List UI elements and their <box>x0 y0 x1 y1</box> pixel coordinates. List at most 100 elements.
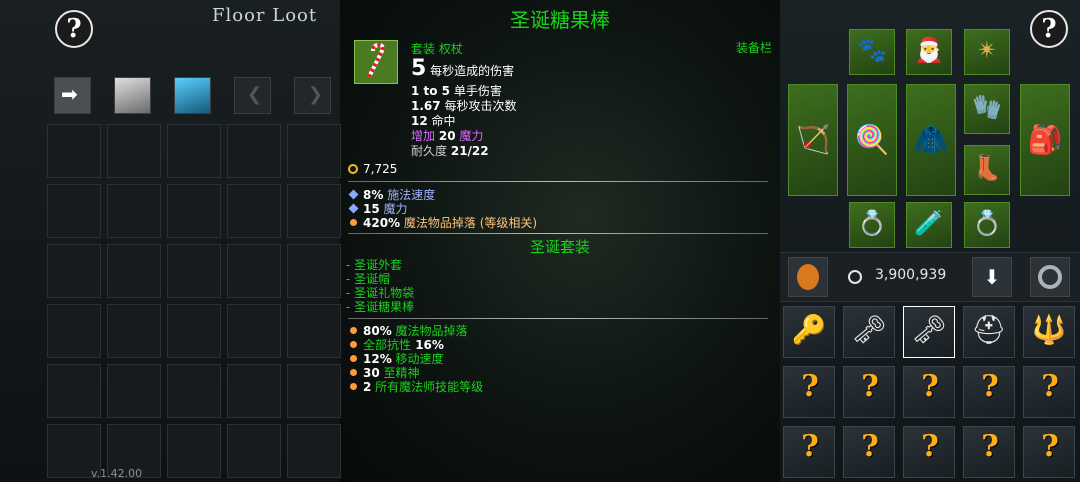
floor-loot-slot[interactable] <box>107 364 161 418</box>
candy-cane-icon <box>354 40 398 84</box>
loot-all-button[interactable]: ➡ <box>54 77 91 114</box>
ring-icon: 💍 <box>972 209 1002 237</box>
offhand-slot[interactable]: 🏹 <box>788 84 838 196</box>
ring-left-slot[interactable]: 💍 <box>849 202 895 248</box>
question-mark-icon: ? <box>861 429 879 464</box>
divider <box>348 318 768 319</box>
amulet-slot[interactable]: ✴ <box>964 29 1010 75</box>
weapon-slot[interactable]: 🍭 <box>847 84 897 196</box>
refresh-icon <box>1038 265 1062 289</box>
helmet-slot[interactable]: 🎅 <box>906 29 952 75</box>
bow-icon: 🏹 <box>795 123 831 156</box>
silver-key-icon: 🗝 <box>911 313 947 346</box>
floor-loot-slot[interactable] <box>227 304 281 358</box>
floor-loot-slot[interactable] <box>287 124 341 178</box>
staff-icon: 🔱 <box>1031 313 1067 346</box>
inventory-slot[interactable]: 🔱 <box>1023 306 1075 358</box>
floor-loot-slot[interactable] <box>47 364 101 418</box>
unidentified-item-slot[interactable]: ? <box>903 426 955 478</box>
inventory-slot[interactable]: 🔑 <box>783 306 835 358</box>
gloves-slot[interactable]: 🧤 <box>964 84 1010 134</box>
unidentified-item-slot[interactable]: ? <box>1023 426 1075 478</box>
floor-loot-slot[interactable] <box>47 244 101 298</box>
floor-loot-slot[interactable] <box>287 244 341 298</box>
character-icon <box>797 264 819 290</box>
floor-loot-slot[interactable] <box>167 424 221 478</box>
boots-icon: 👢 <box>972 154 1002 182</box>
unidentified-item-slot[interactable]: ? <box>963 366 1015 418</box>
unidentified-item-slot[interactable]: ? <box>783 366 835 418</box>
boots-slot[interactable]: 👢 <box>964 145 1010 195</box>
floor-loot-slot[interactable] <box>167 184 221 238</box>
floor-loot-slot[interactable] <box>167 304 221 358</box>
price-line: 7,725 <box>348 162 397 176</box>
floor-loot-slot[interactable] <box>287 424 341 478</box>
amulet-icon: ✴ <box>976 36 998 64</box>
pet-icon: 🐾 <box>857 36 887 64</box>
ring-right-slot[interactable]: 💍 <box>964 202 1010 248</box>
floor-loot-slot[interactable] <box>167 244 221 298</box>
help-button-left[interactable]: ? <box>55 10 93 48</box>
dot-bullet-icon <box>350 219 357 226</box>
unidentified-item-slot[interactable]: ? <box>903 366 955 418</box>
floor-loot-slot[interactable] <box>47 124 101 178</box>
chevron-right-icon: ❯ <box>308 84 324 105</box>
unidentified-item-slot[interactable]: ? <box>843 366 895 418</box>
pet-slot[interactable]: 🐾 <box>849 29 895 75</box>
inventory-slot[interactable]: ⛑ <box>963 306 1015 358</box>
dot-bullet-icon <box>350 355 357 362</box>
page-next-button[interactable]: ❯ <box>294 77 331 114</box>
bag-slot[interactable]: 🎒 <box>1020 84 1070 196</box>
filter-white-button[interactable] <box>114 77 151 114</box>
mana-label: 魔力 <box>459 129 484 143</box>
item-tooltip: 圣诞糖果棒 套装 权杖 5 每秒造成的伤害 1 to 5 单手伤害 1.67 每… <box>340 0 780 482</box>
floor-loot-title: Floor Loot <box>212 5 318 26</box>
floor-loot-slot[interactable] <box>107 124 161 178</box>
dps-value: 5 <box>411 56 427 81</box>
dps-label: 每秒造成的伤害 <box>430 64 515 78</box>
gold-bar: 3,900,939 ⬇ <box>780 252 1080 302</box>
floor-loot-slot[interactable] <box>287 304 341 358</box>
floor-loot-slot[interactable] <box>227 424 281 478</box>
unidentified-item-slot[interactable]: ? <box>843 426 895 478</box>
equipment-label: 装备栏 <box>736 41 773 55</box>
santa-hat-icon: 🎅 <box>914 36 944 64</box>
durability-value: 21/22 <box>450 144 489 158</box>
floor-loot-slot[interactable] <box>167 364 221 418</box>
floor-loot-slot[interactable] <box>287 184 341 238</box>
floor-loot-slot[interactable] <box>227 184 281 238</box>
chevron-left-icon: ❮ <box>247 84 263 105</box>
floor-loot-slot[interactable] <box>287 364 341 418</box>
potion-slot[interactable]: 🧪 <box>906 202 952 248</box>
dot-bullet-icon <box>350 383 357 390</box>
arrow-down-icon: ⬇ <box>983 265 1001 289</box>
sort-down-button[interactable]: ⬇ <box>972 257 1012 297</box>
filter-blue-button[interactable] <box>174 77 211 114</box>
floor-loot-slot[interactable] <box>167 124 221 178</box>
floor-loot-slot[interactable] <box>227 124 281 178</box>
unidentified-item-slot[interactable]: ? <box>963 426 1015 478</box>
unidentified-item-slot[interactable]: ? <box>1023 366 1075 418</box>
bonus-stat: 420% 魔法物品掉落 (等级相关) <box>350 214 537 231</box>
help-button-right[interactable]: ? <box>1030 10 1068 48</box>
inventory-slot[interactable]: 🗝 <box>843 306 895 358</box>
question-mark-icon: ? <box>801 369 819 404</box>
gold-amount: 3,900,939 <box>875 267 947 283</box>
santa-coat-icon: 🧥 <box>913 123 949 156</box>
floor-loot-slot[interactable] <box>227 364 281 418</box>
floor-loot-slot[interactable] <box>227 244 281 298</box>
armor-slot[interactable]: 🧥 <box>906 84 956 196</box>
floor-loot-slot[interactable] <box>107 304 161 358</box>
floor-loot-slot[interactable] <box>47 184 101 238</box>
floor-loot-slot[interactable] <box>107 244 161 298</box>
settings-button[interactable] <box>1030 257 1070 297</box>
potion-icon: 🧪 <box>914 209 944 237</box>
inventory-slot[interactable]: 🗝 <box>903 306 955 358</box>
unidentified-item-slot[interactable]: ? <box>783 426 835 478</box>
floor-loot-slot[interactable] <box>107 184 161 238</box>
page-prev-button[interactable]: ❮ <box>234 77 271 114</box>
floor-loot-slot[interactable] <box>47 304 101 358</box>
item-type: 套装 权杖 <box>411 42 463 56</box>
character-tab-button[interactable] <box>788 257 828 297</box>
bonus-value: 420% <box>363 216 401 230</box>
